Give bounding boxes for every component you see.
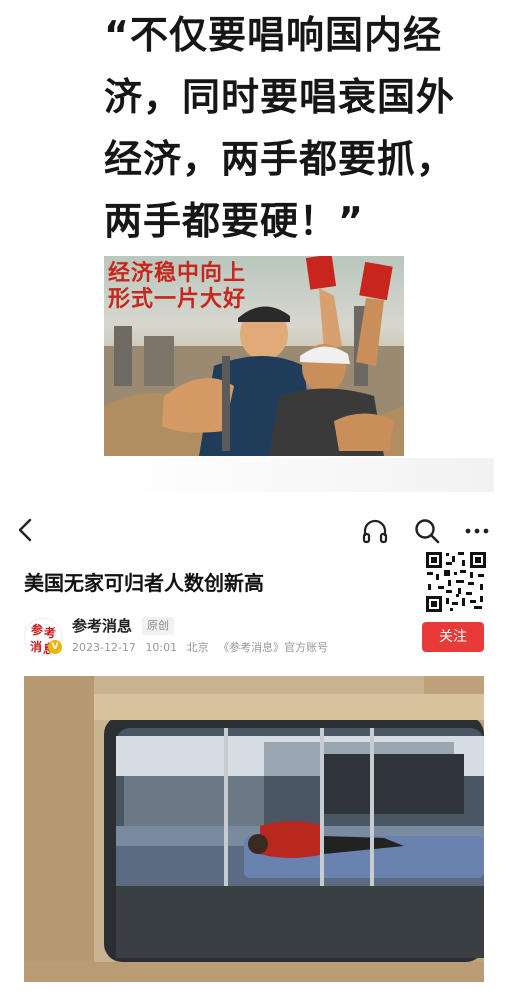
poster-slogan: 经济稳中向上 形式一片大好 xyxy=(108,260,258,312)
qr-code-image xyxy=(424,550,488,614)
headphone-icon[interactable] xyxy=(360,516,390,546)
poster-slogan-line: 形式一片大好 xyxy=(108,286,247,312)
chevron-left-icon[interactable] xyxy=(12,516,40,544)
quote-line: 两手都要硬！” xyxy=(104,199,364,243)
article-title: 美国无家可归者人数创新高 xyxy=(24,571,264,595)
follow-button[interactable]: 关注 xyxy=(422,622,484,652)
avatar-char: 参 xyxy=(31,623,44,637)
publish-date: 2023-12-17 xyxy=(72,641,136,654)
avatar-char: 考 xyxy=(44,626,57,640)
quote-line: 经济，两手都要抓， xyxy=(104,137,456,181)
quote-screenshot: “不仅要唱响国内经 济，同时要唱衰国外 经济，两手都要抓， 两手都要硬！” 经济… xyxy=(0,0,507,500)
original-tag: 原创 xyxy=(142,617,174,635)
avatar-char: 消 xyxy=(30,640,43,654)
quote-text: “不仅要唱响国内经 济，同时要唱衰国外 经济，两手都要抓， 两手都要硬！” xyxy=(104,4,496,252)
poster-slogan-line: 经济稳中向上 xyxy=(108,260,247,286)
quote-line: 济，同时要唱衰国外 xyxy=(104,75,456,119)
quote-line: “不仅要唱响国内经 xyxy=(104,13,442,57)
account-source: 《参考消息》官方账号 xyxy=(218,641,329,654)
publish-location: 北京 xyxy=(186,641,209,654)
publish-time: 10:01 xyxy=(145,641,178,654)
subway-photo-illustration xyxy=(24,676,484,982)
subway-photo xyxy=(24,676,484,982)
author-name[interactable]: 参考消息 xyxy=(72,616,132,636)
search-icon[interactable] xyxy=(412,516,442,546)
more-dots-icon[interactable] xyxy=(462,516,492,546)
article-meta: 2023-12-17 10:01 北京 《参考消息》官方账号 xyxy=(72,640,334,656)
verified-badge-icon: V xyxy=(48,640,62,654)
poster-bottom-strip xyxy=(104,458,494,492)
propaganda-poster-image: 经济稳中向上 形式一片大好 xyxy=(104,256,404,456)
